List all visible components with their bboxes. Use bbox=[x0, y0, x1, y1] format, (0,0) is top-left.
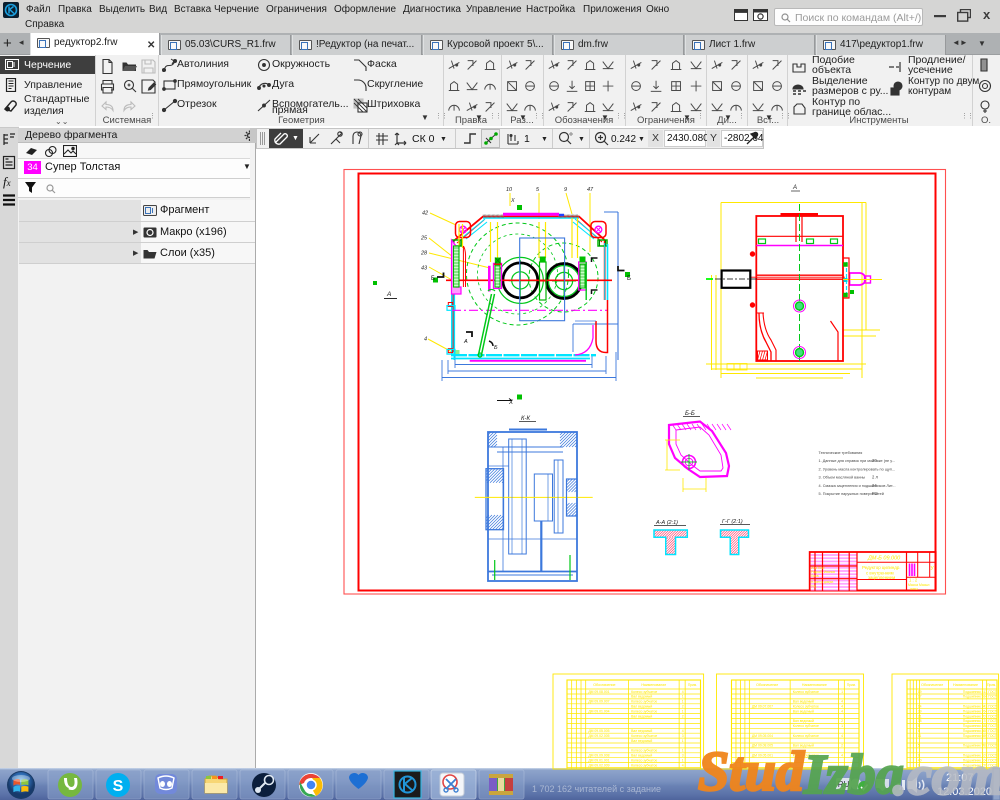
svg-text:S: S bbox=[113, 778, 124, 795]
svg-text:1 702 162 читателей с задание: 1 702 162 читателей с задание bbox=[532, 784, 661, 794]
